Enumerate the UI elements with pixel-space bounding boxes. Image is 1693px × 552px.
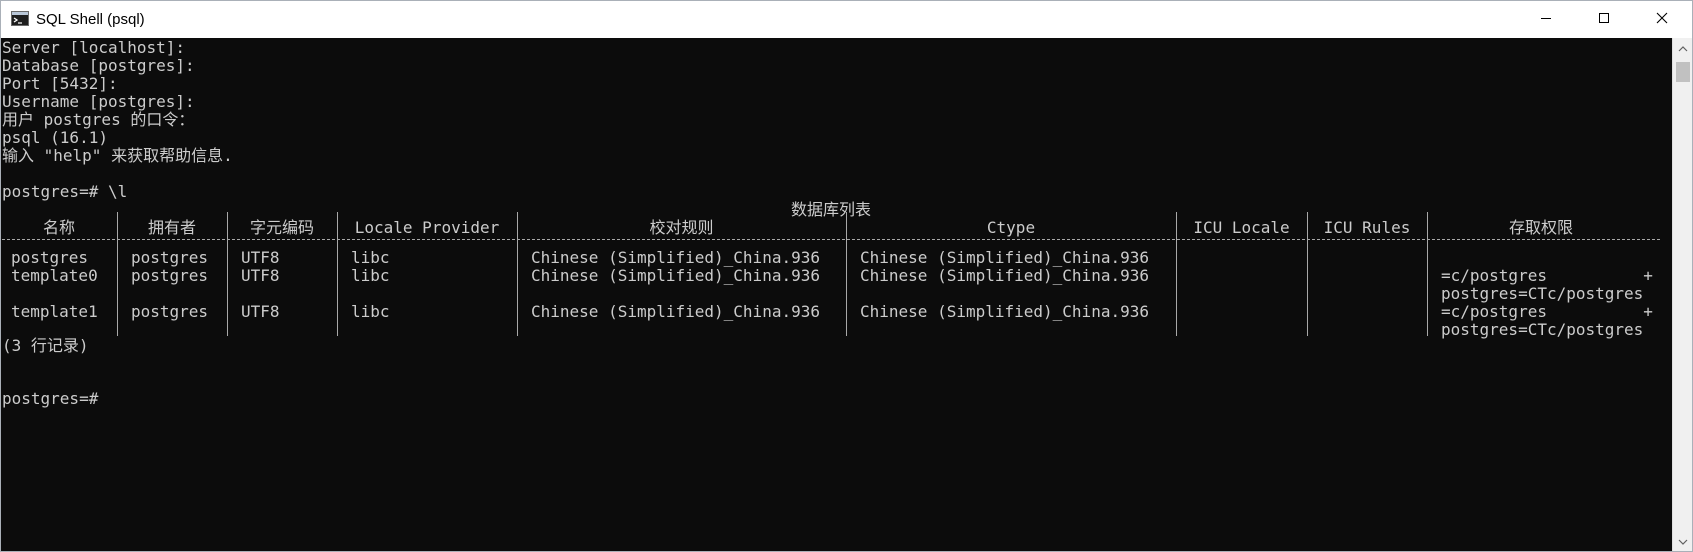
header-divider	[2, 239, 1660, 240]
table-cell: template0	[11, 266, 98, 285]
column-header: ICU Rules	[1323, 218, 1411, 237]
table-cell: Chinese (Simplified)_China.936	[860, 302, 1149, 321]
table-cell: postgres	[131, 266, 209, 285]
scroll-down-button[interactable]	[1673, 532, 1692, 550]
table-cell: postgres	[11, 248, 89, 267]
scroll-thumb[interactable]	[1676, 62, 1690, 82]
console-line: Username [postgres]:	[2, 92, 195, 111]
table-cell: Chinese (Simplified)_China.936	[860, 248, 1149, 267]
console-line: Port [5432]:	[2, 74, 118, 93]
table-cell: libc	[351, 266, 390, 285]
vertical-scrollbar[interactable]	[1672, 38, 1692, 551]
column-header: Locale Provider	[354, 218, 500, 237]
console-line: Database [postgres]:	[2, 56, 195, 75]
column-separator	[1427, 212, 1428, 336]
title-bar[interactable]: SQL Shell (psql)	[1, 1, 1692, 38]
table-cell: UTF8	[241, 266, 280, 285]
command-line: postgres=# \l	[2, 182, 128, 201]
column-header: 字元编码	[249, 218, 314, 237]
table-cell: =c/postgres +	[1441, 266, 1653, 285]
chevron-up-icon	[1678, 39, 1688, 57]
row-count: (3 行记录)	[2, 336, 89, 355]
close-icon	[1656, 11, 1668, 28]
column-separator	[846, 212, 847, 336]
column-header: 名称	[42, 218, 75, 237]
column-header: 拥有者	[147, 218, 196, 237]
window-title: SQL Shell (psql)	[36, 11, 145, 28]
column-header: ICU Locale	[1193, 218, 1290, 237]
console-line: psql (16.1)	[2, 128, 108, 147]
table-cell: postgres	[131, 248, 209, 267]
maximize-icon	[1598, 11, 1610, 28]
close-button[interactable]	[1633, 1, 1691, 38]
column-separator	[337, 212, 338, 336]
column-header: 校对规则	[649, 218, 714, 237]
scroll-up-button[interactable]	[1673, 39, 1692, 57]
console-line: 输入 "help" 来获取帮助信息.	[2, 146, 233, 165]
table-cell: Chinese (Simplified)_China.936	[860, 266, 1149, 285]
console-line: Server [localhost]:	[2, 38, 186, 57]
column-separator	[1307, 212, 1308, 336]
table-cell: libc	[351, 248, 390, 267]
column-separator	[517, 212, 518, 336]
table-cell: UTF8	[241, 248, 280, 267]
chevron-down-icon	[1678, 532, 1688, 550]
table-cell: libc	[351, 302, 390, 321]
table-cell: postgres=CTc/postgres	[1441, 284, 1644, 303]
column-separator	[1176, 212, 1177, 336]
table-cell: UTF8	[241, 302, 280, 321]
table-cell: postgres=CTc/postgres	[1441, 320, 1644, 339]
table-cell: =c/postgres +	[1441, 302, 1653, 321]
console-line: 用户 postgres 的口令：	[2, 110, 195, 129]
column-separator	[117, 212, 118, 336]
maximize-button[interactable]	[1575, 1, 1633, 38]
minimize-button[interactable]	[1517, 1, 1575, 38]
console-icon	[11, 11, 29, 26]
table-cell: Chinese (Simplified)_China.936	[531, 266, 820, 285]
sql-shell-window: SQL Shell (psql) Server [localhost]: Dat…	[0, 0, 1693, 552]
minimize-icon	[1540, 11, 1552, 28]
command-prompt[interactable]: postgres=#	[2, 389, 98, 408]
console-output[interactable]: Server [localhost]: Database [postgres]:…	[1, 38, 1672, 551]
table-title: 数据库列表	[790, 200, 871, 219]
table-cell: Chinese (Simplified)_China.936	[531, 248, 820, 267]
table-cell: Chinese (Simplified)_China.936	[531, 302, 820, 321]
table-cell: template1	[11, 302, 98, 321]
column-header: Ctype	[986, 218, 1036, 237]
column-header: 存取权限	[1508, 218, 1573, 237]
column-separator	[227, 212, 228, 336]
table-cell: postgres	[131, 302, 209, 321]
